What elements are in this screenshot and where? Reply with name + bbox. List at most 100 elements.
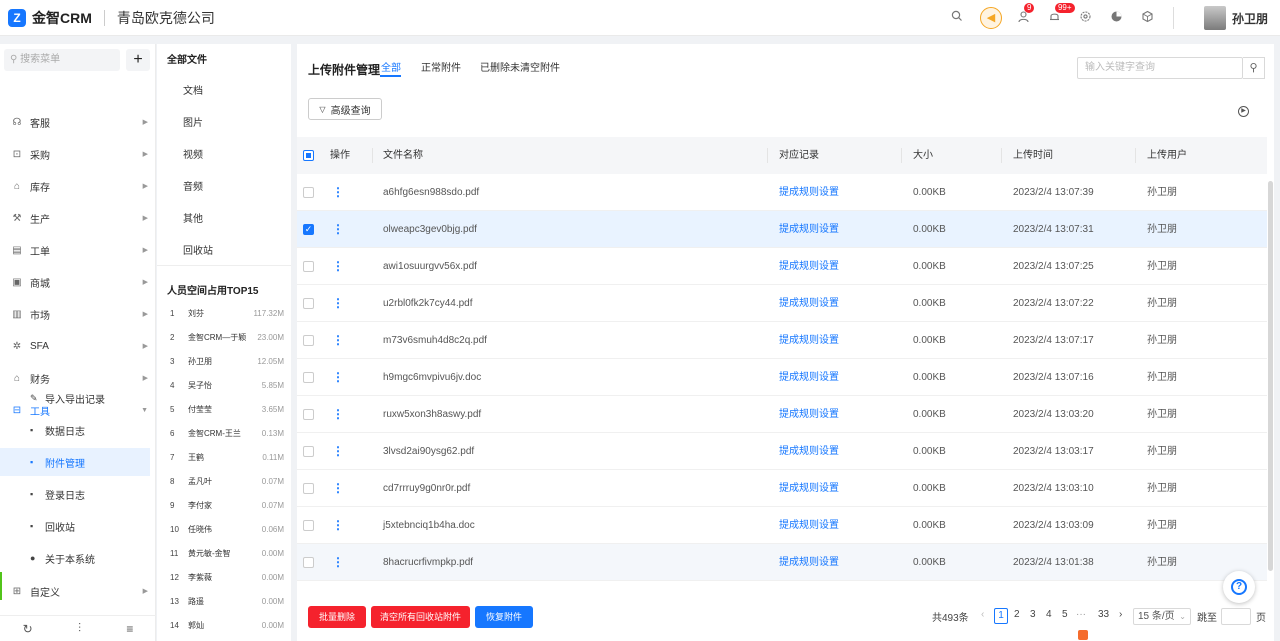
file-name[interactable]: a6hfg6esn988sdo.pdf — [383, 174, 479, 211]
table-row[interactable]: ⋮ cd7rrruy9g0nr0r.pdf 提成规则设置 0.00KB 2023/2/4… — [297, 470, 1267, 507]
record-link[interactable]: 提成规则设置 — [779, 248, 839, 285]
category-item[interactable]: 视频 — [183, 146, 203, 161]
more-actions-icon[interactable]: ⋮ — [332, 433, 344, 470]
more-actions-icon[interactable]: ⋮ — [332, 285, 344, 322]
table-row[interactable]: ⋮ ruxw5xon3h8aswy.pdf 提成规则设置 0.00KB 2023/2/4… — [297, 396, 1267, 433]
sliders-icon[interactable]: ⫶ — [78, 621, 81, 636]
brand-logo-icon[interactable]: Z — [8, 8, 26, 27]
sidebar-item-3[interactable]: ⚒ 生产 ▶ — [0, 206, 156, 230]
header-file-name[interactable]: 文件名称 — [383, 137, 423, 174]
record-link[interactable]: 提成规则设置 — [779, 322, 839, 359]
record-link[interactable]: 提成规则设置 — [779, 470, 839, 507]
row-checkbox[interactable] — [303, 520, 314, 531]
prev-page-icon[interactable]: ‹ — [981, 609, 984, 620]
table-row[interactable]: ⋮ 8hacrucrfivmpkp.pdf 提成规则设置 0.00KB 2023/2/4… — [297, 544, 1267, 581]
sidebar-subitem-2[interactable]: ▪ 附件管理 — [0, 448, 150, 476]
sidebar-item-custom[interactable]: ⊞ 自定义 ▶ — [0, 579, 156, 603]
sidebar-item-4[interactable]: ▤ 工单 ▶ — [0, 238, 156, 262]
category-item[interactable]: 音频 — [183, 178, 203, 193]
file-name[interactable]: h9mgc6mvpivu6jv.doc — [383, 359, 481, 396]
username[interactable]: 孙卫朋 — [1232, 10, 1268, 27]
floating-widget-icon[interactable] — [1078, 630, 1088, 640]
page-2[interactable]: 2 — [1014, 609, 1020, 620]
more-actions-icon[interactable]: ⋮ — [332, 359, 344, 396]
goto-page-input[interactable] — [1221, 608, 1251, 625]
table-row[interactable]: ⋮ h9mgc6mvpivu6jv.doc 提成规则设置 0.00KB 2023/2/4… — [297, 359, 1267, 396]
row-checkbox[interactable] — [303, 298, 314, 309]
clear-recycle-button[interactable]: 清空所有回收站附件 — [371, 606, 470, 628]
category-item[interactable]: 回收站 — [183, 242, 213, 257]
tab-normal[interactable]: 正常附件 — [421, 59, 461, 74]
more-actions-icon[interactable]: ⋮ — [332, 322, 344, 359]
user-avatar[interactable] — [1203, 6, 1226, 30]
file-name[interactable]: j5xtebnciq1b4ha.doc — [383, 507, 475, 544]
more-actions-icon[interactable]: ⋮ — [332, 470, 344, 507]
record-link[interactable]: 提成规则设置 — [779, 544, 839, 581]
sidebar-item-5[interactable]: ▣ 商城 ▶ — [0, 270, 156, 294]
file-name[interactable]: olweapc3gev0bjg.pdf — [383, 211, 477, 248]
row-checkbox[interactable] — [303, 335, 314, 346]
sidebar-item-0[interactable]: ☊ 客服 ▶ — [0, 110, 156, 134]
search-icon[interactable] — [949, 10, 965, 26]
keyword-search-input[interactable]: 输入关键字查询 — [1077, 57, 1243, 79]
collapse-menu-icon[interactable]: ≡ — [126, 622, 133, 636]
menu-search-input[interactable]: ⚲ 搜索菜单 — [4, 49, 120, 71]
row-checkbox[interactable] — [303, 483, 314, 494]
page-5[interactable]: 5 — [1062, 609, 1068, 620]
file-name[interactable]: ruxw5xon3h8aswy.pdf — [383, 396, 481, 433]
file-name[interactable]: awi1osuurgvv56x.pdf — [383, 248, 477, 285]
file-name[interactable]: cd7rrruy9g0nr0r.pdf — [383, 470, 470, 507]
file-name[interactable]: m73v6smuh4d8c2q.pdf — [383, 322, 487, 359]
header-size[interactable]: 大小 — [913, 137, 933, 174]
category-item[interactable]: 图片 — [183, 114, 203, 129]
row-checkbox[interactable] — [303, 261, 314, 272]
tab-deleted[interactable]: 已删除未清空附件 — [480, 59, 560, 74]
header-record[interactable]: 对应记录 — [779, 137, 819, 174]
column-settings-icon[interactable]: ▶ — [1238, 106, 1249, 117]
sidebar-item-7[interactable]: ✲ SFA ▶ — [0, 334, 156, 358]
more-actions-icon[interactable]: ⋮ — [332, 248, 344, 285]
bell-icon[interactable]: 99+ — [1047, 3, 1075, 26]
page-last[interactable]: 33 — [1098, 609, 1109, 620]
page-size-select[interactable]: 15 条/页 ⌄ — [1133, 608, 1191, 625]
table-row[interactable]: ✓ ⋮ olweapc3gev0bjg.pdf 提成规则设置 0.00KB 2023/2/… — [297, 211, 1267, 248]
history-icon[interactable]: ↻ — [23, 622, 33, 636]
more-actions-icon[interactable]: ⋮ — [332, 507, 344, 544]
page-4[interactable]: 4 — [1046, 609, 1052, 620]
page-3[interactable]: 3 — [1030, 609, 1036, 620]
help-button[interactable]: ? — [1223, 571, 1255, 603]
more-actions-icon[interactable]: ⋮ — [332, 396, 344, 433]
next-page-icon[interactable]: › — [1119, 609, 1122, 620]
pie-chart-icon[interactable] — [1109, 10, 1125, 26]
cube-icon[interactable] — [1140, 10, 1156, 26]
file-name[interactable]: 8hacrucrfivmpkp.pdf — [383, 544, 473, 581]
sidebar-item-6[interactable]: ▥ 市场 ▶ — [0, 302, 156, 326]
row-checkbox[interactable] — [303, 446, 314, 457]
tab-all[interactable]: 全部 — [381, 59, 401, 74]
file-name[interactable]: u2rbl0fk2k7cy44.pdf — [383, 285, 473, 322]
page-1[interactable]: 1 — [994, 608, 1008, 624]
settings-icon[interactable] — [1078, 10, 1094, 26]
record-link[interactable]: 提成规则设置 — [779, 507, 839, 544]
sidebar-subitem-5[interactable]: ● 关于本系统 — [0, 544, 150, 572]
advanced-query-button[interactable]: ▽ 高级查询 — [308, 98, 382, 120]
table-row[interactable]: ⋮ u2rbl0fk2k7cy44.pdf 提成规则设置 0.00KB 2023/2/4… — [297, 285, 1267, 322]
category-item[interactable]: 其他 — [183, 210, 203, 225]
table-row[interactable]: ⋮ j5xtebnciq1b4ha.doc 提成规则设置 0.00KB 2023/2/4… — [297, 507, 1267, 544]
row-checkbox[interactable] — [303, 372, 314, 383]
brand-name[interactable]: 金智CRM — [32, 8, 92, 28]
restore-button[interactable]: 恢复附件 — [475, 606, 533, 628]
record-link[interactable]: 提成规则设置 — [779, 433, 839, 470]
company-name[interactable]: 青岛欧克德公司 — [117, 8, 215, 28]
record-link[interactable]: 提成规则设置 — [779, 211, 839, 248]
batch-delete-button[interactable]: 批量删除 — [308, 606, 366, 628]
record-link[interactable]: 提成规则设置 — [779, 359, 839, 396]
table-row[interactable]: ⋮ m73v6smuh4d8c2q.pdf 提成规则设置 0.00KB 2023/2/4… — [297, 322, 1267, 359]
more-actions-icon[interactable]: ⋮ — [332, 544, 344, 581]
page-ellipsis[interactable]: ··· — [1076, 609, 1086, 620]
search-icon[interactable]: ⚲ — [1243, 57, 1265, 79]
all-files-title[interactable]: 全部文件 — [167, 51, 207, 66]
more-actions-icon[interactable]: ⋮ — [332, 211, 344, 248]
sidebar-subitem-0[interactable]: ✎ 导入导出记录 — [0, 384, 150, 412]
sidebar-item-1[interactable]: ⊡ 采购 ▶ — [0, 142, 156, 166]
